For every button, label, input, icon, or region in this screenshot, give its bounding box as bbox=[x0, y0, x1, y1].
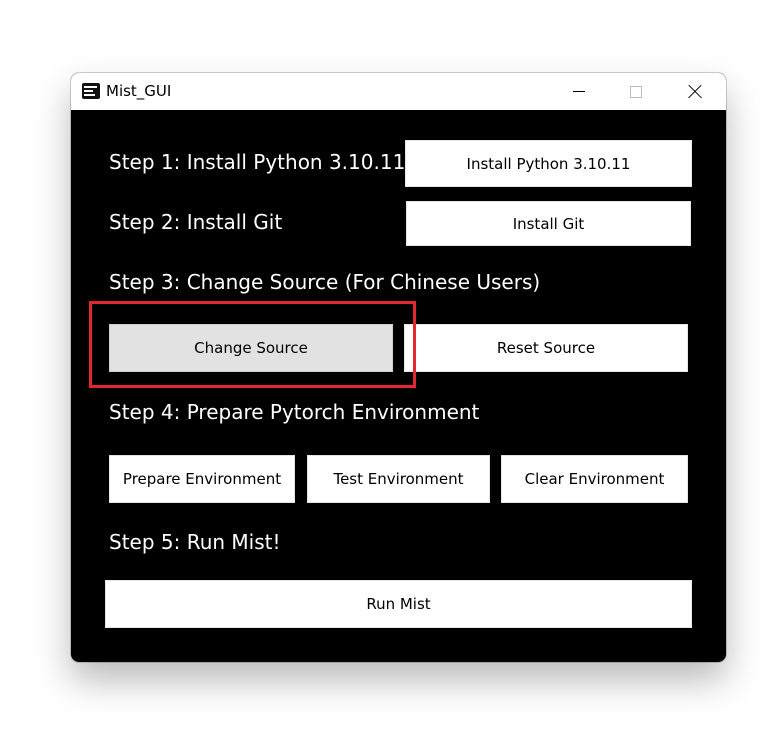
test-environment-button[interactable]: Test Environment bbox=[307, 455, 490, 503]
highlight-box bbox=[89, 301, 416, 388]
title-bar: Mist_GUI bbox=[71, 73, 726, 110]
prepare-environment-button[interactable]: Prepare Environment bbox=[109, 455, 295, 503]
reset-source-button[interactable]: Reset Source bbox=[404, 324, 688, 372]
install-git-button[interactable]: Install Git bbox=[406, 201, 691, 246]
close-button[interactable] bbox=[672, 73, 718, 110]
window-title: Mist_GUI bbox=[106, 82, 172, 100]
clear-environment-button[interactable]: Clear Environment bbox=[501, 455, 688, 503]
close-icon bbox=[688, 84, 702, 99]
step5-label: Step 5: Run Mist! bbox=[109, 530, 281, 554]
step2-label: Step 2: Install Git bbox=[109, 210, 283, 234]
run-mist-button[interactable]: Run Mist bbox=[105, 580, 692, 628]
step1-label: Step 1: Install Python 3.10.11 bbox=[109, 150, 406, 174]
step3-label: Step 3: Change Source (For Chinese Users… bbox=[109, 270, 541, 294]
maximize-button[interactable] bbox=[613, 73, 659, 110]
minimize-button[interactable] bbox=[556, 73, 602, 110]
install-python-button[interactable]: Install Python 3.10.11 bbox=[405, 140, 692, 187]
step4-label: Step 4: Prepare Pytorch Environment bbox=[109, 400, 480, 424]
minimize-icon bbox=[573, 91, 585, 92]
app-icon bbox=[82, 83, 100, 99]
maximize-icon bbox=[630, 85, 642, 98]
